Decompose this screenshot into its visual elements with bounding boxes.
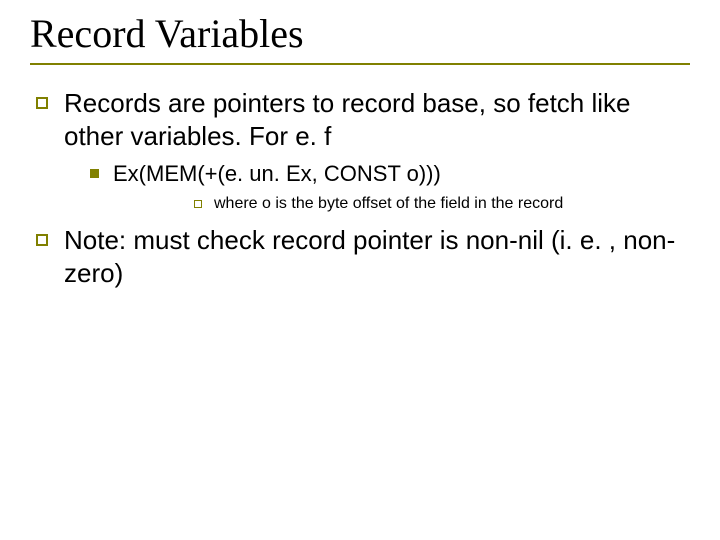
bullet-list-level3: where o is the byte offset of the field … (194, 194, 690, 215)
list-item: where o is the byte offset of the field … (194, 194, 690, 215)
bullet-text: where o is the byte offset of the field … (214, 194, 563, 215)
slide-title: Record Variables (30, 10, 690, 57)
slide: Record Variables Records are pointers to… (0, 0, 720, 540)
solid-square-bullet-icon (90, 169, 99, 178)
list-item: Ex(MEM(+(e. un. Ex, CONST o))) (90, 160, 690, 188)
hollow-square-bullet-icon (36, 234, 48, 246)
bullet-list-level1: Records are pointers to record base, so … (36, 87, 690, 289)
list-item: Note: must check record pointer is non-n… (36, 224, 690, 289)
bullet-text: Records are pointers to record base, so … (64, 87, 690, 152)
bullet-list-level2: Ex(MEM(+(e. un. Ex, CONST o))) where o i… (90, 160, 690, 214)
bullet-text: Ex(MEM(+(e. un. Ex, CONST o))) (113, 160, 441, 188)
title-underline (30, 63, 690, 65)
hollow-square-bullet-icon (36, 97, 48, 109)
bullet-text: Note: must check record pointer is non-n… (64, 224, 690, 289)
list-item: Records are pointers to record base, so … (36, 87, 690, 152)
hollow-square-bullet-icon (194, 200, 202, 208)
